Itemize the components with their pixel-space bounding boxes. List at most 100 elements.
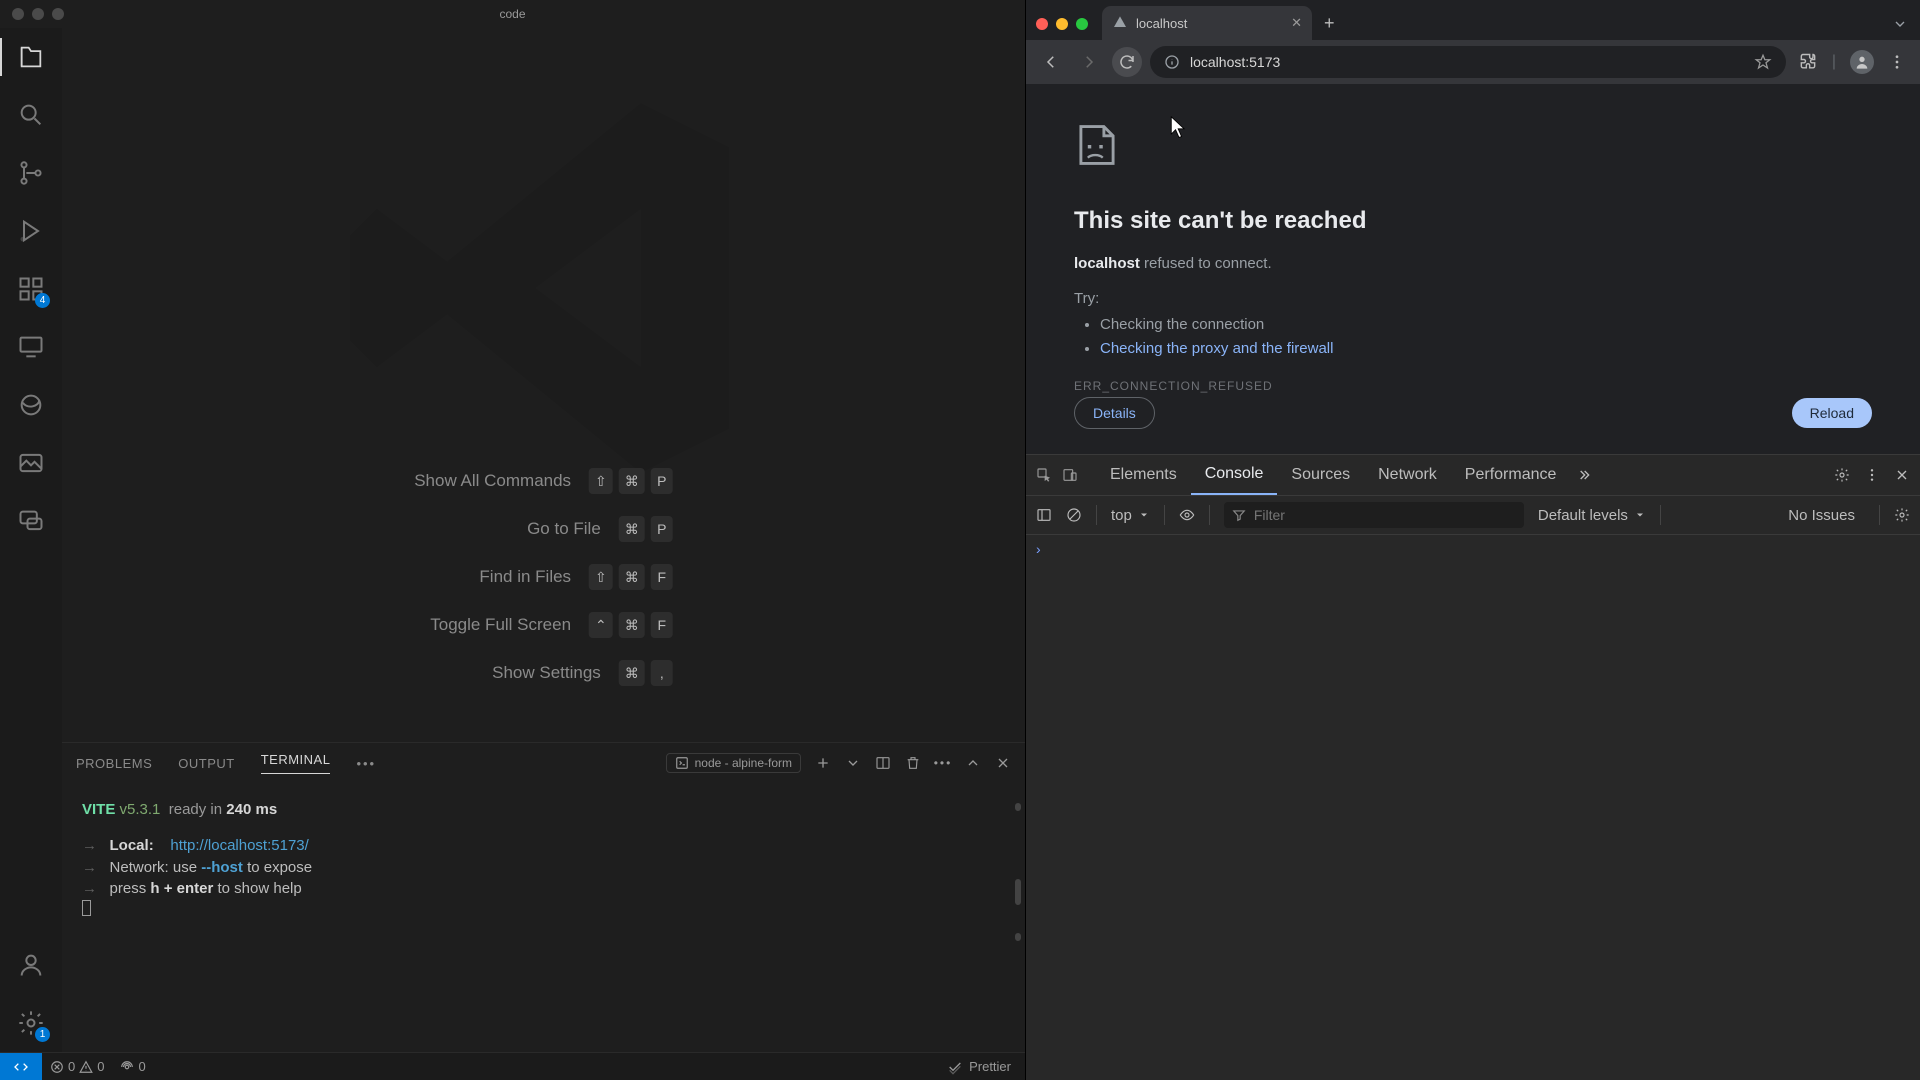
devtools-panel: Elements Console Sources Network Perform… xyxy=(1026,454,1920,1080)
extensions-puzzle-icon[interactable] xyxy=(1798,52,1818,72)
back-button[interactable] xyxy=(1036,47,1066,77)
keycap: F xyxy=(651,564,673,590)
comments-icon[interactable] xyxy=(14,504,48,538)
devtools-tab-sources[interactable]: Sources xyxy=(1277,455,1364,495)
chrome-menu-icon[interactable] xyxy=(1888,53,1906,71)
keycap: P xyxy=(651,516,673,542)
no-issues-label[interactable]: No Issues xyxy=(1788,507,1855,524)
live-expression-icon[interactable] xyxy=(1179,507,1195,523)
prettier-check-icon xyxy=(947,1059,963,1075)
log-levels-dropdown[interactable]: Default levels xyxy=(1538,507,1646,524)
new-terminal-icon[interactable] xyxy=(815,755,831,771)
error-suggestion-link[interactable]: Checking the proxy and the firewall xyxy=(1100,337,1872,361)
new-tab-button[interactable]: + xyxy=(1312,13,1347,40)
media-icon[interactable] xyxy=(14,446,48,480)
clear-console-icon[interactable] xyxy=(1066,507,1082,523)
minimize-dot[interactable] xyxy=(32,8,44,20)
tab-terminal[interactable]: TERMINAL xyxy=(261,752,331,774)
terminal-more-icon[interactable]: ••• xyxy=(935,755,951,771)
panel-overflow-icon[interactable]: ••• xyxy=(356,756,376,771)
extensions-icon[interactable]: 4 xyxy=(14,272,48,306)
extensions-badge: 4 xyxy=(35,293,50,308)
tabs-dropdown-icon[interactable] xyxy=(1892,16,1908,32)
zoom-dot[interactable] xyxy=(52,8,64,20)
console-toolbar: top Default levels No Issues xyxy=(1026,495,1920,535)
bookmark-star-icon[interactable] xyxy=(1754,53,1772,71)
terminal-scrollbar[interactable] xyxy=(1007,783,1021,1052)
console-prompt-icon: › xyxy=(1036,541,1041,557)
keycap: ⇧ xyxy=(589,564,613,590)
reload-button[interactable] xyxy=(1112,47,1142,77)
minimize-window-icon[interactable] xyxy=(1056,18,1068,30)
edge-icon[interactable] xyxy=(14,388,48,422)
keycap: ⌘ xyxy=(619,564,645,590)
vscode-title: code xyxy=(499,7,525,21)
filter-icon xyxy=(1232,508,1246,522)
close-tab-icon[interactable]: ✕ xyxy=(1291,15,1302,31)
devtools-tab-performance[interactable]: Performance xyxy=(1451,455,1571,495)
vscode-logo-watermark xyxy=(324,68,764,508)
browser-tab[interactable]: localhost ✕ xyxy=(1102,6,1312,40)
status-problems[interactable]: 0 0 xyxy=(42,1059,112,1074)
terminal-dropdown-icon[interactable] xyxy=(845,755,861,771)
console-settings-icon[interactable] xyxy=(1894,507,1910,523)
devtools-tab-console[interactable]: Console xyxy=(1191,455,1278,495)
devtools-more-tabs-icon[interactable] xyxy=(1576,467,1592,483)
vscode-window-controls[interactable] xyxy=(12,8,64,20)
site-info-icon[interactable] xyxy=(1164,54,1180,70)
status-bar: 0 0 0 Prettier xyxy=(0,1052,1025,1080)
tab-problems[interactable]: PROBLEMS xyxy=(76,756,152,771)
shortcut-label: Show All Commands xyxy=(414,471,571,491)
reload-page-button[interactable]: Reload xyxy=(1792,398,1872,428)
devtools-close-icon[interactable] xyxy=(1894,467,1910,483)
devtools-tab-network[interactable]: Network xyxy=(1364,455,1451,495)
console-context[interactable]: top xyxy=(1111,507,1150,524)
status-prettier[interactable]: Prettier xyxy=(969,1059,1011,1074)
settings-gear-icon[interactable]: 1 xyxy=(14,1006,48,1040)
devtools-menu-icon[interactable] xyxy=(1864,467,1880,483)
vscode-window: code 4 xyxy=(0,0,1026,1080)
devtools-settings-icon[interactable] xyxy=(1834,467,1850,483)
forward-button[interactable] xyxy=(1074,47,1104,77)
chrome-window-controls[interactable] xyxy=(1036,18,1088,30)
terminal-output[interactable]: VITE v5.3.1 ready in 240 ms → Local: htt… xyxy=(62,783,1025,1052)
console-filter[interactable] xyxy=(1224,502,1524,528)
account-icon[interactable] xyxy=(14,948,48,982)
maximize-panel-icon[interactable] xyxy=(965,755,981,771)
console-body[interactable]: › xyxy=(1026,535,1920,1080)
console-filter-input[interactable] xyxy=(1254,507,1516,523)
devtools-tab-elements[interactable]: Elements xyxy=(1096,455,1191,495)
toggle-sidebar-icon[interactable] xyxy=(1036,507,1052,523)
terminal-process-label: node - alpine-form xyxy=(695,756,792,770)
source-control-icon[interactable] xyxy=(14,156,48,190)
tab-output[interactable]: OUTPUT xyxy=(178,756,234,771)
inspect-element-icon[interactable] xyxy=(1036,467,1052,483)
split-terminal-icon[interactable] xyxy=(875,755,891,771)
shortcut-label: Find in Files xyxy=(479,567,571,587)
keycap: ⌘ xyxy=(619,468,645,494)
device-toolbar-icon[interactable] xyxy=(1062,467,1078,483)
chrome-toolbar: localhost:5173 | xyxy=(1026,40,1920,84)
fullscreen-window-icon[interactable] xyxy=(1076,18,1088,30)
keycap: ⌘ xyxy=(619,612,645,638)
keycap: , xyxy=(651,660,673,686)
search-icon[interactable] xyxy=(14,98,48,132)
status-ports[interactable]: 0 xyxy=(112,1059,153,1074)
welcome-view: Show All Commands⇧⌘PGo to File⌘PFind in … xyxy=(62,28,1025,742)
remote-explorer-icon[interactable] xyxy=(14,330,48,364)
close-dot[interactable] xyxy=(12,8,24,20)
terminal-process-badge[interactable]: node - alpine-form xyxy=(666,753,801,773)
close-window-icon[interactable] xyxy=(1036,18,1048,30)
close-panel-icon[interactable] xyxy=(995,755,1011,771)
explorer-icon[interactable] xyxy=(14,40,48,74)
shortcut-row: Go to File⌘P xyxy=(414,516,673,542)
trash-icon[interactable] xyxy=(905,755,921,771)
chrome-window: localhost ✕ + localhost:5173 | xyxy=(1026,0,1920,1080)
address-bar[interactable]: localhost:5173 xyxy=(1150,46,1786,78)
profile-avatar[interactable] xyxy=(1850,50,1874,74)
shortcut-label: Toggle Full Screen xyxy=(430,615,571,635)
remote-indicator[interactable] xyxy=(0,1053,42,1080)
run-icon[interactable] xyxy=(14,214,48,248)
details-button[interactable]: Details xyxy=(1074,397,1155,429)
panel-tabs: PROBLEMS OUTPUT TERMINAL ••• node - alpi… xyxy=(62,743,1025,783)
